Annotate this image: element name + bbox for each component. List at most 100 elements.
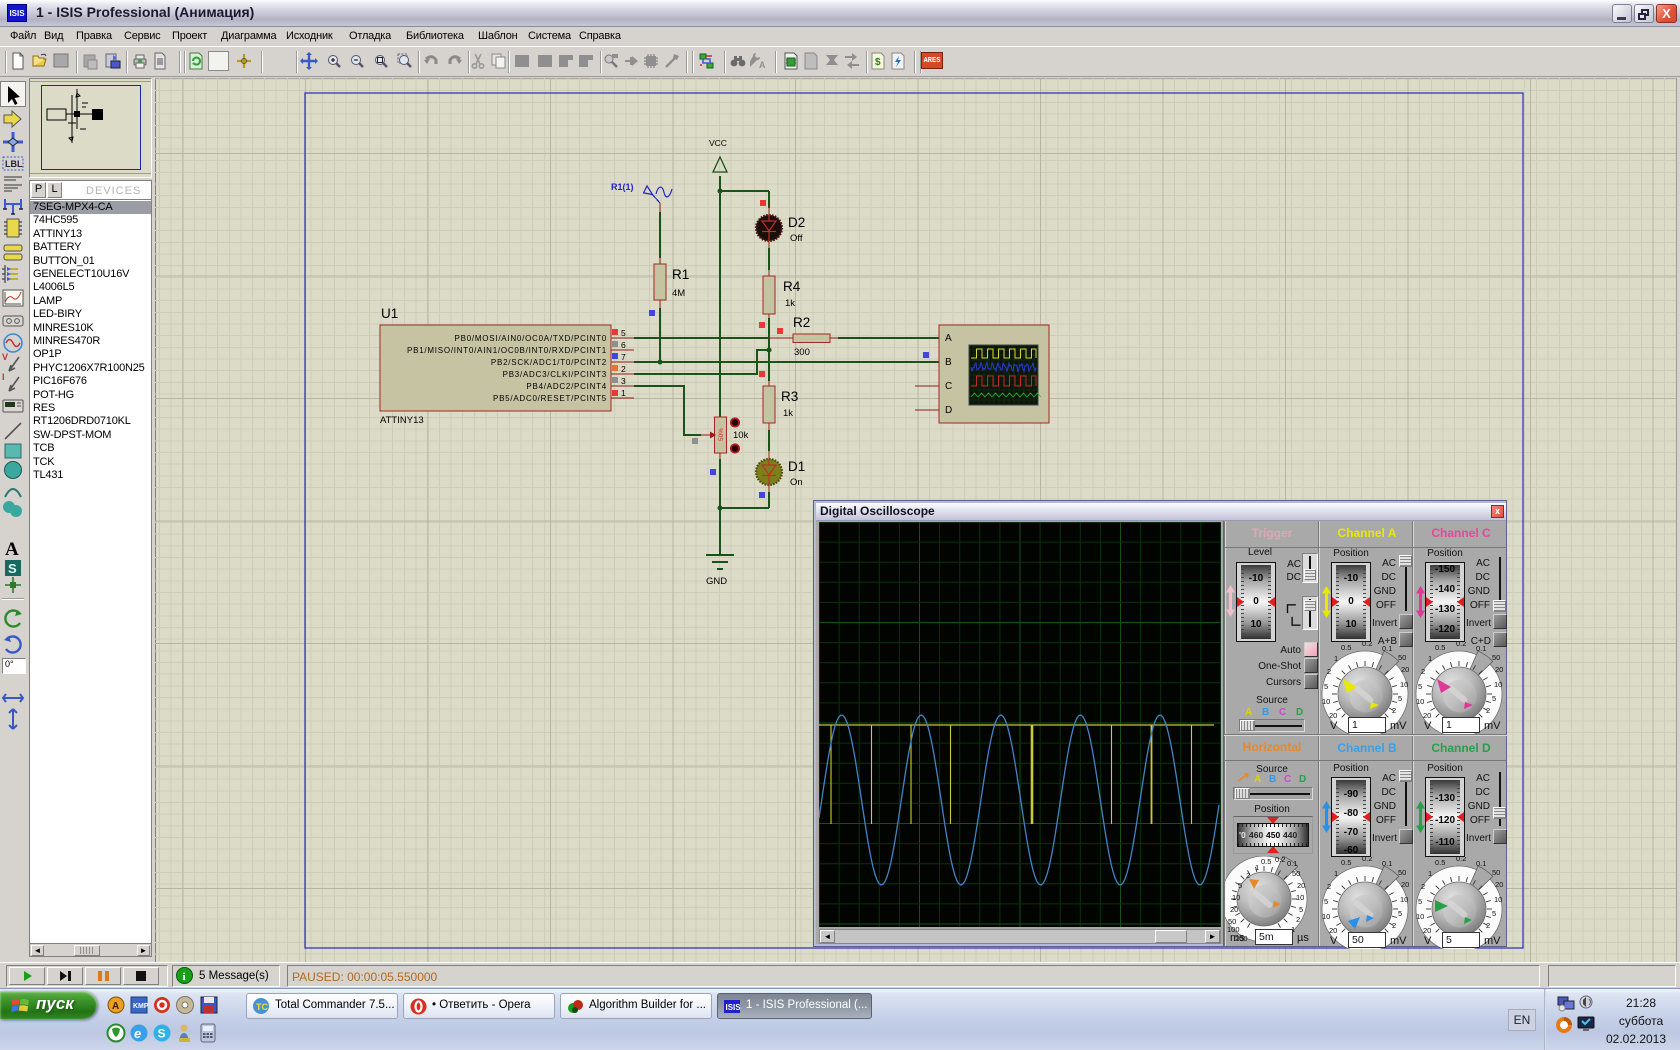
svg-text:0.1: 0.1	[1476, 644, 1486, 653]
svg-text:0.1: 0.1	[1287, 859, 1297, 868]
svg-text:A: A	[112, 1001, 119, 1012]
svg-text:PB2/SCK/ADC1/T0/PCINT2: PB2/SCK/ADC1/T0/PCINT2	[491, 358, 607, 367]
svg-text:1k: 1k	[783, 408, 793, 419]
svg-text:20: 20	[1401, 880, 1409, 889]
svg-text:R2: R2	[793, 315, 810, 330]
svg-text:GND: GND	[706, 576, 727, 587]
svg-text:Off: Off	[790, 233, 803, 244]
svg-text:20: 20	[1423, 711, 1431, 720]
svg-text:5: 5	[1418, 897, 1422, 906]
svg-text:0.2: 0.2	[1456, 857, 1466, 863]
svg-text:0.2: 0.2	[1275, 856, 1285, 864]
svg-text:D: D	[945, 405, 952, 416]
svg-text:0.5: 0.5	[1435, 643, 1445, 652]
svg-text:R3: R3	[781, 389, 798, 404]
svg-text:50%: 50%	[718, 428, 725, 441]
svg-text:10: 10	[1400, 895, 1408, 904]
svg-text:2: 2	[1327, 667, 1331, 676]
svg-text:D2: D2	[788, 215, 805, 230]
svg-text:PB5/ADC0/RESET/PCINT5: PB5/ADC0/RESET/PCINT5	[493, 394, 607, 403]
svg-text:PB0/MOSI/AIN0/OC0A/TXD/PCINT0: PB0/MOSI/AIN0/OC0A/TXD/PCINT0	[455, 334, 607, 343]
svg-text:1: 1	[1428, 869, 1432, 878]
svg-text:2: 2	[1486, 706, 1490, 715]
svg-text:50: 50	[1492, 653, 1500, 662]
svg-text:5: 5	[1492, 694, 1496, 703]
svg-text:R1: R1	[672, 267, 689, 282]
svg-text:ISIS: ISIS	[726, 1003, 742, 1012]
svg-text:2: 2	[1392, 921, 1396, 930]
svg-text:50: 50	[1492, 868, 1500, 877]
svg-text:7: 7	[621, 352, 626, 362]
svg-text:C: C	[945, 381, 952, 392]
svg-text:ATTINY13: ATTINY13	[380, 415, 424, 426]
svg-text:PB1/MISO/INT0/AIN1/OC0B/INT0/R: PB1/MISO/INT0/AIN1/OC0B/INT0/RXD/PCINT1	[407, 346, 607, 355]
svg-text:2: 2	[1246, 871, 1250, 880]
svg-text:10: 10	[1322, 697, 1330, 706]
svg-text:20: 20	[1297, 881, 1305, 890]
svg-text:20: 20	[1230, 905, 1238, 914]
svg-text:5: 5	[621, 328, 626, 338]
svg-text:PB3/ADC3/CLKI/PCINT3: PB3/ADC3/CLKI/PCINT3	[503, 370, 607, 379]
svg-text:e: e	[134, 1026, 141, 1041]
svg-text:5: 5	[1324, 897, 1328, 906]
svg-text:I: I	[2, 372, 5, 382]
svg-text:0.1: 0.1	[1476, 859, 1486, 868]
svg-text:A: A	[945, 333, 952, 344]
svg-text:R4: R4	[783, 279, 801, 294]
svg-text:0.1: 0.1	[1382, 644, 1392, 653]
svg-text:50: 50	[1398, 868, 1406, 877]
svg-text:S: S	[158, 1027, 166, 1041]
svg-text:5: 5	[1324, 682, 1328, 691]
svg-text:20: 20	[1329, 711, 1337, 720]
svg-text:10: 10	[1400, 680, 1408, 689]
svg-text:10: 10	[1322, 912, 1330, 921]
svg-text:10: 10	[1494, 895, 1502, 904]
svg-text:0.5: 0.5	[1341, 643, 1351, 652]
svg-text:5: 5	[1238, 881, 1242, 890]
svg-text:0.5: 0.5	[1261, 857, 1271, 866]
svg-text:1: 1	[1255, 863, 1259, 872]
svg-text:2: 2	[1327, 882, 1331, 891]
svg-text:5: 5	[1418, 682, 1422, 691]
svg-text:20: 20	[1329, 926, 1337, 935]
svg-text:2: 2	[1486, 921, 1490, 930]
svg-text:0.1: 0.1	[1382, 859, 1392, 868]
svg-text:0.2: 0.2	[1362, 857, 1372, 863]
svg-text:D1: D1	[788, 459, 805, 474]
svg-text:10: 10	[1296, 893, 1304, 902]
svg-text:300: 300	[794, 347, 810, 358]
svg-text:i: i	[183, 971, 186, 983]
svg-text:2: 2	[1421, 882, 1425, 891]
svg-text:KMP: KMP	[133, 1003, 149, 1010]
svg-text:PB4/ADC2/PCINT4: PB4/ADC2/PCINT4	[526, 382, 607, 391]
svg-text:20: 20	[1495, 665, 1503, 674]
svg-text:20: 20	[1423, 926, 1431, 935]
svg-text:20: 20	[1401, 665, 1409, 674]
svg-text:0.5: 0.5	[1435, 858, 1445, 867]
svg-text:1: 1	[621, 388, 626, 398]
svg-text:10: 10	[1416, 912, 1424, 921]
svg-text:B: B	[945, 357, 952, 368]
svg-text:10: 10	[1232, 893, 1240, 902]
svg-text:1k: 1k	[785, 298, 795, 309]
svg-text:2: 2	[1296, 915, 1300, 924]
svg-text:2: 2	[1392, 706, 1396, 715]
svg-text:$: $	[875, 57, 881, 68]
svg-text:10: 10	[1494, 680, 1502, 689]
svg-text:On: On	[790, 477, 803, 488]
svg-text:0.5: 0.5	[1341, 858, 1351, 867]
svg-text:20: 20	[1495, 880, 1503, 889]
svg-text:U1: U1	[381, 306, 398, 321]
svg-text:V: V	[2, 352, 8, 362]
svg-text:6: 6	[621, 340, 626, 350]
svg-text:LBL: LBL	[5, 159, 23, 169]
svg-text:10k: 10k	[733, 430, 749, 441]
svg-text:10: 10	[1416, 697, 1424, 706]
svg-text:0.2: 0.2	[1456, 642, 1466, 648]
svg-text:2: 2	[621, 364, 626, 374]
svg-text:5: 5	[1398, 909, 1402, 918]
svg-text:0.2: 0.2	[1362, 642, 1372, 648]
svg-text:50: 50	[1292, 869, 1300, 878]
svg-text:5: 5	[1398, 694, 1402, 703]
svg-text:1: 1	[1334, 654, 1338, 663]
